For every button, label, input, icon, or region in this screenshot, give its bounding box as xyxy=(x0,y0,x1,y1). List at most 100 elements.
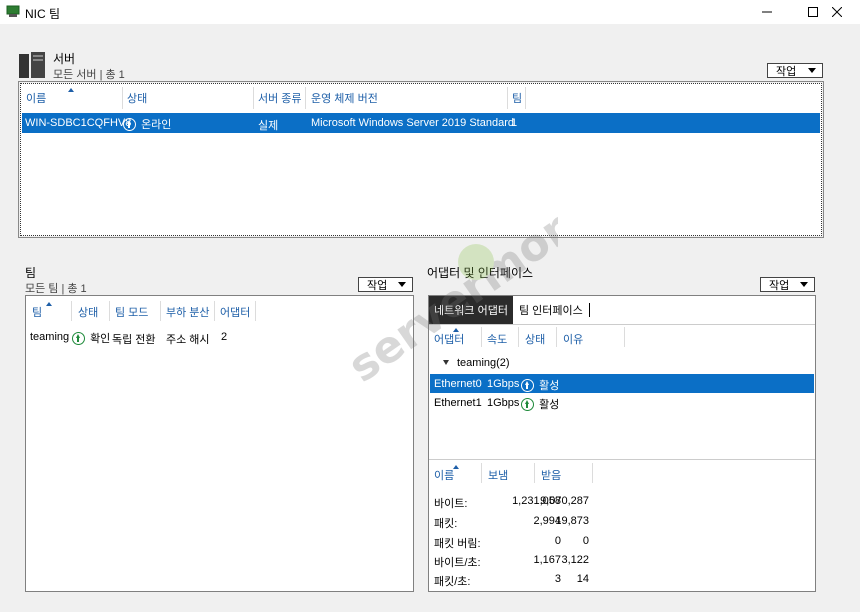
col-header-stat-name[interactable]: 이름 xyxy=(434,467,454,483)
server-icon xyxy=(19,52,45,78)
stat-received: 19,873 xyxy=(555,515,589,527)
stat-label: 바이트/초: xyxy=(434,557,481,569)
adapters-title: 어댑터 및 인터페이스 xyxy=(427,266,534,280)
stat-label: 패킷/초: xyxy=(434,576,471,588)
col-header-speed[interactable]: 속도 xyxy=(487,331,507,347)
column-separator xyxy=(71,301,72,321)
col-header-name[interactable]: 이름 xyxy=(26,90,46,106)
adapter-name-cell: Ethernet1 xyxy=(434,397,482,409)
teams-action-button[interactable]: 작업 xyxy=(358,277,413,292)
col-header-status[interactable]: 상태 xyxy=(127,90,147,106)
column-separator xyxy=(518,327,519,347)
col-header-team[interactable]: 팀 xyxy=(512,90,522,106)
col-header-sent[interactable]: 보냄 xyxy=(488,467,508,483)
window-title: NIC 팀 xyxy=(25,7,61,21)
minimize-icon xyxy=(762,11,772,13)
servers-subtitle: 모든 서버 | 총 1 xyxy=(53,69,125,81)
col-header-adapters[interactable]: 어댑터 xyxy=(220,304,250,320)
team-name-cell: teaming xyxy=(30,331,70,343)
stat-row: 패킷/초: 3 14 xyxy=(429,571,815,588)
stat-row: 바이트: 1,231,058 9,070,287 xyxy=(429,493,815,510)
column-separator xyxy=(507,87,508,109)
adapter-speed-cell: 1Gbps xyxy=(487,378,520,390)
stat-label: 패킷 버림: xyxy=(434,538,481,550)
adapters-action-label: 작업 xyxy=(769,279,790,292)
close-icon xyxy=(832,7,842,17)
group-label: teaming(2) xyxy=(457,357,510,369)
server-os-cell: Microsoft Windows Server 2019 Standard xyxy=(311,117,514,129)
active-up-arrow-icon xyxy=(521,379,534,392)
column-separator xyxy=(525,87,526,109)
column-separator xyxy=(481,327,482,347)
minimize-button[interactable] xyxy=(744,0,790,24)
server-type-cell: 실제 xyxy=(258,120,279,132)
stat-received: 9,070,287 xyxy=(540,495,589,507)
servers-action-button[interactable]: 작업 xyxy=(767,63,823,78)
col-header-received[interactable]: 받음 xyxy=(541,467,561,483)
nic-team-app-icon xyxy=(6,5,20,17)
adapter-status-cell: 활성 xyxy=(521,396,559,412)
stat-label: 바이트: xyxy=(434,498,468,510)
team-mode-cell: 독립 전환 xyxy=(112,334,156,346)
column-separator xyxy=(214,301,215,321)
column-separator xyxy=(109,301,110,321)
teams-title: 팀 xyxy=(25,266,37,280)
col-header-team[interactable]: 팀 xyxy=(32,304,42,320)
tab-team-interfaces[interactable]: 팀 인터페이스 xyxy=(519,303,590,317)
tab-network-adapters[interactable]: 네트워크 어댑터 xyxy=(429,296,513,324)
col-header-team-mode[interactable]: 팀 모드 xyxy=(115,304,148,320)
adapters-list[interactable]: 어댑터 속도 상태 이유 teaming(2) Ethernet0 1Gbps … xyxy=(429,324,815,460)
stat-row: 바이트/초: 1,167 3,122 xyxy=(429,552,815,569)
column-separator xyxy=(122,87,123,109)
table-row[interactable]: Ethernet1 1Gbps 활성 xyxy=(430,393,814,412)
sort-ascending-icon xyxy=(453,328,459,332)
stat-row: 패킷: 2,994 19,873 xyxy=(429,513,815,530)
servers-action-label: 작업 xyxy=(776,65,797,78)
title-bar: NIC 팀 xyxy=(0,0,860,24)
adapter-status-text: 활성 xyxy=(539,380,560,392)
server-team-cell: 1 xyxy=(511,117,518,129)
col-header-adapter[interactable]: 어댑터 xyxy=(434,331,464,347)
column-separator xyxy=(481,463,482,483)
team-lb-cell: 주소 해시 xyxy=(166,334,210,346)
group-row[interactable]: teaming(2) xyxy=(429,355,815,371)
stat-received: 14 xyxy=(576,573,589,585)
expand-triangle-icon[interactable] xyxy=(443,360,449,365)
column-separator xyxy=(305,87,306,109)
team-adapters-cell: 2 xyxy=(221,331,228,343)
servers-title: 서버 xyxy=(53,52,76,66)
column-separator xyxy=(592,463,593,483)
ok-up-arrow-icon xyxy=(72,332,85,345)
table-row[interactable]: teaming 확인 독립 전환 주소 해시 2 xyxy=(26,328,413,346)
col-header-reason[interactable]: 이유 xyxy=(563,331,583,347)
online-up-arrow-icon xyxy=(123,118,136,131)
col-header-status[interactable]: 상태 xyxy=(525,331,545,347)
adapter-status-cell: 활성 xyxy=(521,377,559,393)
server-status-text: 온라인 xyxy=(141,119,172,131)
team-status-cell: 확인 xyxy=(72,330,110,346)
chevron-down-icon xyxy=(800,282,808,287)
col-header-server-type[interactable]: 서버 종류 xyxy=(258,90,302,106)
stat-row: 패킷 버림: 0 0 xyxy=(429,533,815,550)
stat-received: 0 xyxy=(582,535,589,547)
column-separator xyxy=(253,87,254,109)
teams-action-label: 작업 xyxy=(367,279,388,292)
statistics-table: 이름 보냄 받음 바이트: 1,231,058 9,070,287 패킷: 2,… xyxy=(429,462,815,591)
table-row[interactable]: WIN-SDBC1CQFHV8 온라인 실제 Microsoft Windows… xyxy=(22,113,820,133)
adapters-action-button[interactable]: 작업 xyxy=(760,277,815,292)
col-header-status[interactable]: 상태 xyxy=(78,304,98,320)
table-row[interactable]: Ethernet0 1Gbps 활성 xyxy=(430,374,814,393)
col-header-load-balancing[interactable]: 부하 분산 xyxy=(166,304,210,320)
column-separator xyxy=(534,463,535,483)
servers-list[interactable]: 이름 상태 서버 종류 운영 체제 버전 팀 WIN-SDBC1CQFHV8 온… xyxy=(18,81,824,238)
sort-ascending-icon xyxy=(453,465,459,469)
close-button[interactable] xyxy=(814,0,860,24)
chevron-down-icon xyxy=(808,68,816,73)
adapter-name-cell: Ethernet0 xyxy=(434,378,482,390)
adapter-status-text: 활성 xyxy=(539,399,560,411)
stat-sent: 0 xyxy=(554,535,561,547)
col-header-os-version[interactable]: 운영 체제 버전 xyxy=(311,90,378,106)
teams-list[interactable]: 팀 상태 팀 모드 부하 분산 어댑터 teaming 확인 독립 전환 주소 … xyxy=(25,295,414,592)
active-up-arrow-icon xyxy=(521,398,534,411)
stat-label: 패킷: xyxy=(434,518,458,530)
